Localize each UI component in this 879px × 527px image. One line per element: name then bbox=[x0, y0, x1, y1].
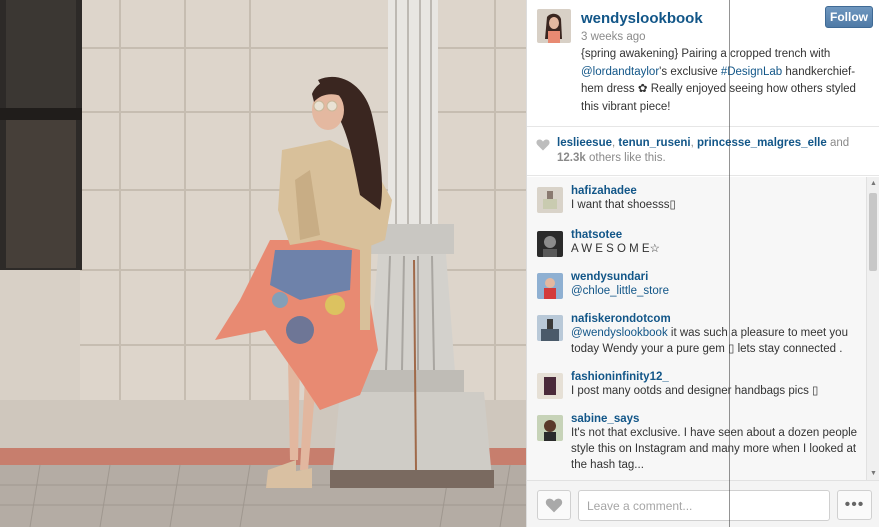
liker-princesse-malgres-elle[interactable]: princesse_malgres_elle bbox=[697, 137, 827, 149]
post-caption: {spring awakening} Pairing a cropped tre… bbox=[581, 46, 871, 116]
caption-text-1: {spring awakening} Pairing a cropped tre… bbox=[581, 48, 831, 60]
comment-item: hafizahadee I want that shoesss▯ bbox=[527, 177, 867, 221]
commenter-username[interactable]: nafiskerondotcom bbox=[571, 305, 867, 325]
commenter-username[interactable]: sabine_says bbox=[571, 405, 867, 425]
comments-list: hafizahadee I want that shoesss▯ thatsot… bbox=[527, 177, 867, 480]
commenter-username[interactable]: wendysundari bbox=[571, 263, 867, 283]
likes-count[interactable]: 12.3k bbox=[557, 152, 586, 164]
comments-scrollbar[interactable]: ▲ ▼ bbox=[866, 177, 879, 480]
post-timestamp: 3 weeks ago bbox=[581, 31, 646, 43]
scroll-down-icon[interactable]: ▼ bbox=[870, 470, 877, 477]
comment-composer: ••• bbox=[527, 480, 879, 527]
post-sidebar: wendyslookbook 3 weeks ago Follow {sprin… bbox=[526, 0, 879, 527]
owner-avatar[interactable] bbox=[537, 9, 571, 43]
likes-suffix: others like this. bbox=[585, 152, 666, 164]
comment-item: wendysundari @chloe_little_store bbox=[527, 263, 867, 305]
caption-text-2: 's exclusive bbox=[659, 65, 721, 78]
like-button[interactable] bbox=[537, 490, 571, 520]
comment-text: A W E S O M E☆ bbox=[571, 243, 660, 255]
commenter-avatar[interactable] bbox=[537, 273, 563, 299]
caption-mention-lordandtaylor[interactable]: @lordandtaylor bbox=[581, 66, 659, 78]
comment-item: fashioninfinity12_ I post many ootds and… bbox=[527, 363, 867, 405]
comment-input[interactable] bbox=[578, 490, 830, 521]
follow-button[interactable]: Follow bbox=[825, 6, 873, 28]
overlay-divider-line bbox=[729, 0, 730, 527]
instagram-post-viewer: wendyslookbook 3 weeks ago Follow {sprin… bbox=[0, 0, 879, 527]
likes-summary: leslieesue, tenun_ruseni, princesse_malg… bbox=[527, 126, 879, 176]
commenter-username[interactable]: fashioninfinity12_ bbox=[571, 363, 867, 383]
scrollbar-thumb[interactable] bbox=[869, 193, 877, 271]
comment-item: nafiskerondotcom @wendyslookbook it was … bbox=[527, 305, 867, 363]
scroll-up-icon[interactable]: ▲ bbox=[870, 180, 877, 187]
post-header: wendyslookbook 3 weeks ago Follow {sprin… bbox=[527, 0, 879, 126]
likes-and-text: and bbox=[826, 137, 850, 149]
heart-icon bbox=[545, 498, 563, 512]
caption-hashtag-designlab[interactable]: #DesignLab bbox=[721, 66, 782, 78]
comment-text: @wendyslookbook it was such a pleasure t… bbox=[571, 325, 867, 357]
liker-leslieesue[interactable]: leslieesue bbox=[557, 137, 612, 149]
post-photo bbox=[0, 0, 526, 527]
post-photo-illustration bbox=[0, 0, 526, 527]
commenter-avatar[interactable] bbox=[537, 373, 563, 399]
more-options-button[interactable]: ••• bbox=[837, 490, 872, 520]
heart-icon bbox=[536, 139, 550, 156]
comment-item: sabine_says It's not that exclusive. I h… bbox=[527, 405, 867, 480]
liker-tenun-ruseni[interactable]: tenun_ruseni bbox=[618, 137, 690, 149]
comment-text: I post many ootds and designer handbags … bbox=[571, 385, 819, 397]
commenter-avatar[interactable] bbox=[537, 415, 563, 441]
more-icon: ••• bbox=[844, 496, 865, 513]
comment-text: I want that shoesss▯ bbox=[571, 199, 676, 211]
comment-text: It's not that exclusive. I have seen abo… bbox=[571, 427, 858, 471]
comment-item: thatsotee A W E S O M E☆ bbox=[527, 221, 867, 263]
commenter-username[interactable]: thatsotee bbox=[571, 221, 867, 241]
commenter-avatar[interactable] bbox=[537, 187, 563, 213]
commenter-avatar[interactable] bbox=[537, 231, 563, 257]
comment-mention-wendyslookbook[interactable]: @wendyslookbook bbox=[571, 327, 668, 339]
commenter-avatar[interactable] bbox=[537, 315, 563, 341]
owner-username[interactable]: wendyslookbook bbox=[581, 10, 703, 27]
comment-text-mention[interactable]: @chloe_little_store bbox=[571, 283, 867, 299]
commenter-username[interactable]: hafizahadee bbox=[571, 177, 867, 197]
